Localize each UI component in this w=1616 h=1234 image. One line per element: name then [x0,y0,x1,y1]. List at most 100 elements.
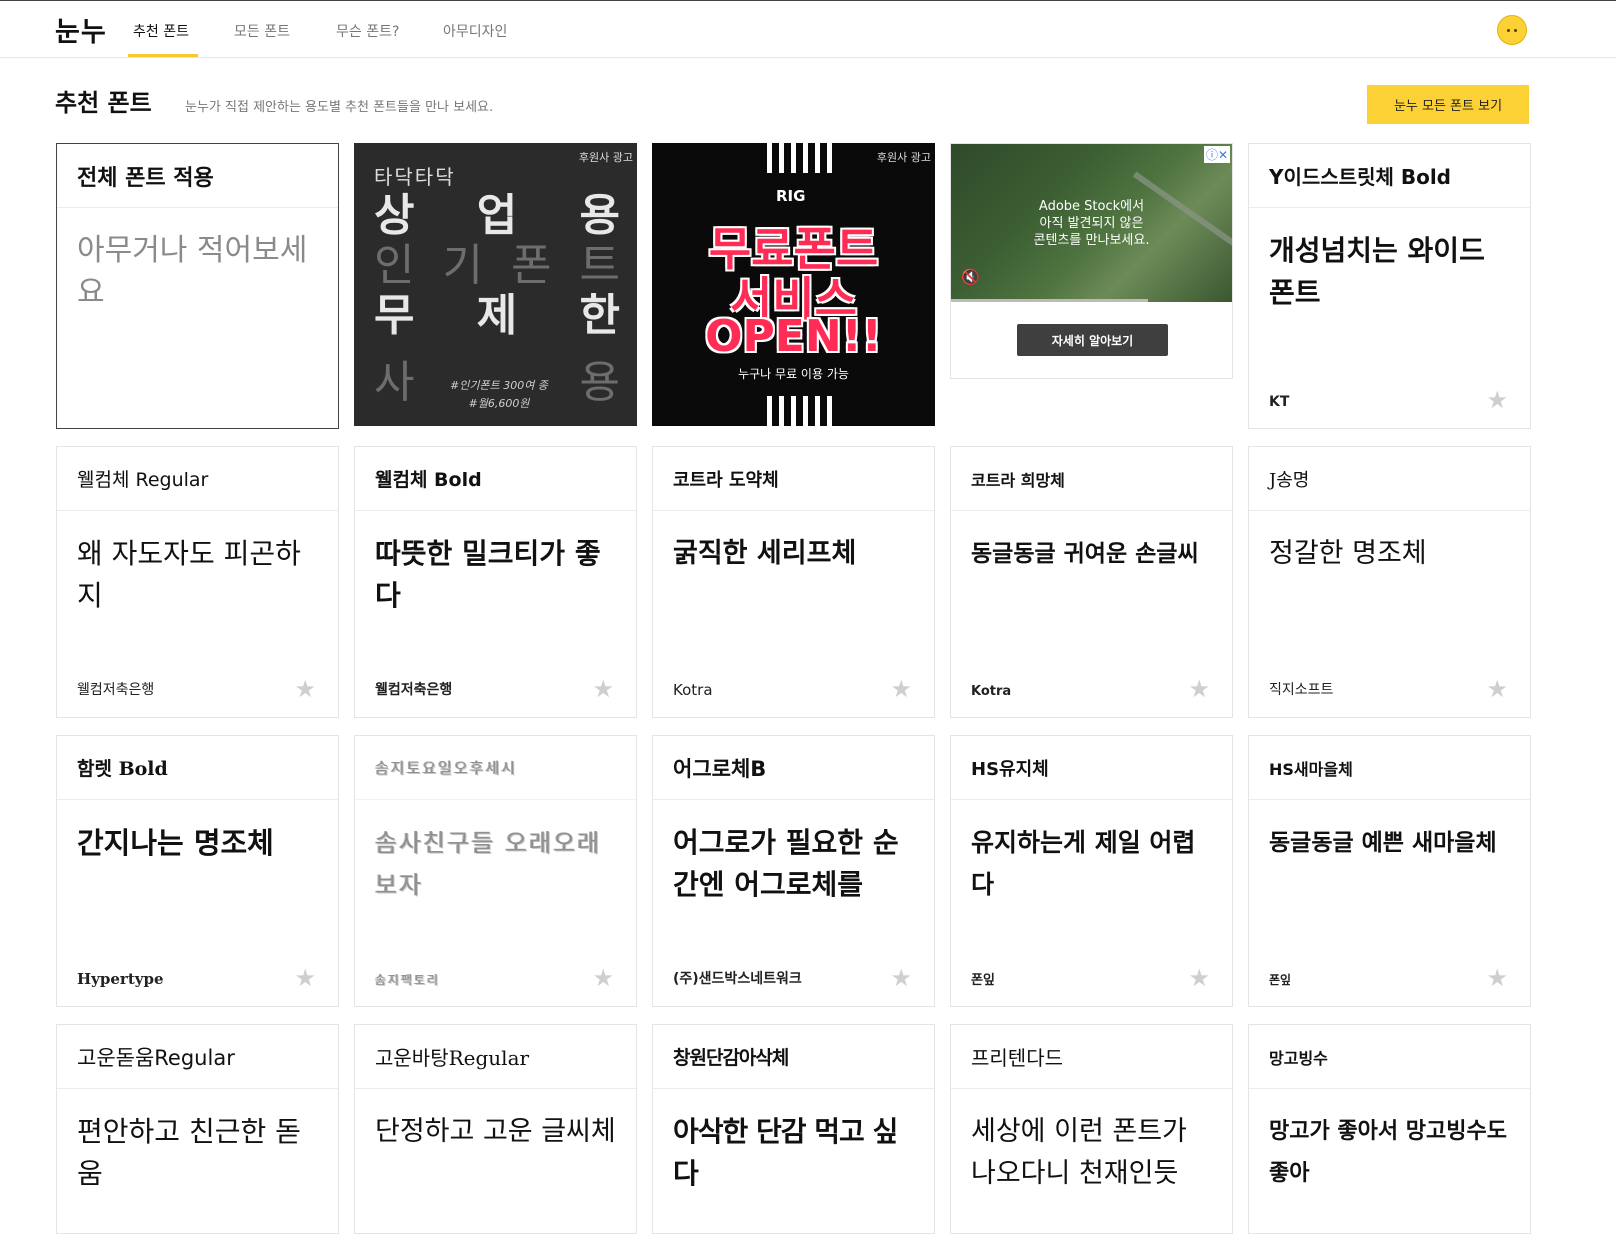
font-card-title: 함렛 Bold [57,736,338,800]
star-icon[interactable]: ★ [592,677,614,701]
font-card-preview: 어그로가 필요한 순간엔 어그로체를 [673,826,899,901]
ad-forest-image: Adobe Stock에서 아직 발견되지 않은 콘텐츠를 만나보세요. 🔇 ⓘ… [951,144,1232,302]
font-card[interactable]: 망고빙수 망고가 좋아서 망고빙수도 좋아 [1248,1024,1531,1234]
font-card[interactable]: 어그로체B 어그로가 필요한 순간엔 어그로체를 (주)샌드박스네트워크 ★ [652,735,935,1007]
sponsor-label: 후원사 광고 [876,151,931,164]
font-card-title: 망고빙수 [1249,1025,1530,1089]
video-progress [951,299,1148,302]
star-icon[interactable]: ★ [890,677,912,701]
font-card-preview: 망고가 좋아서 망고빙수도 좋아 [1269,1119,1507,1186]
sponsor-ad-adobe[interactable]: Adobe Stock에서 아직 발견되지 않은 콘텐츠를 만나보세요. 🔇 ⓘ… [950,143,1233,379]
view-all-fonts-button[interactable]: 눈누 모든 폰트 보기 [1367,85,1529,124]
font-card-maker: Hypertype [77,970,164,988]
font-card[interactable]: 웰컴체 Regular 왜 자도자도 피곤하지 웰컴저축은행 ★ [56,446,339,718]
font-card-title: 웰컴체 Regular [57,447,338,511]
font-card[interactable]: Y이드스트릿체 Bold 개성넘치는 와이드 폰트 KT ★ [1248,143,1531,429]
page-subtitle: 눈누가 직접 제안하는 용도별 추천 폰트들을 만나 보세요. [185,100,494,115]
logo[interactable]: 눈누 [55,10,107,49]
star-icon[interactable]: ★ [1188,966,1210,990]
ad-brand: 타닥타닥 [374,165,456,189]
font-card[interactable]: 코트라 도약체 굵직한 세리프체 Kotra ★ [652,446,935,718]
font-card-title: Y이드스트릿체 Bold [1249,144,1530,208]
nav-amudesign[interactable]: 아무디자인 [443,21,507,41]
page-title: 추천 폰트 [55,89,152,117]
star-icon[interactable]: ★ [1188,677,1210,701]
font-card[interactable]: 함렛 Bold 간지나는 명조체 Hypertype ★ [56,735,339,1007]
ad-note: #인기폰트 300여 종 #월6,600원 [450,379,548,410]
font-card[interactable]: HS유지체 유지하는게 제일 어렵다 폰잎 ★ [950,735,1233,1007]
apply-all-input[interactable]: 아무거나 적어보세요 [57,208,338,314]
apply-all-title: 전체 폰트 적용 [57,144,338,208]
learn-more-button[interactable]: 자세히 알아보기 [1017,324,1168,356]
active-tab-indicator [128,54,198,57]
font-card[interactable]: 고운바탕Regular 단정하고 고운 글씨체 [354,1024,637,1234]
star-icon[interactable]: ★ [890,966,912,990]
font-card-title: 프리텐다드 [951,1025,1232,1089]
font-card-title: 웰컴체 Bold [355,447,636,511]
font-card-maker: 솜지팩토리 [375,973,441,987]
font-card-title: 코트라 도약체 [653,447,934,511]
font-card-preview: 솜사친구들 오래오래보자 [375,829,602,899]
font-card-maker: (주)샌드박스네트워크 [673,971,802,987]
font-card-preview: 동글동글 귀여운 손글씨 [971,541,1199,567]
font-card-preview: 동글동글 예쁜 새마을체 [1269,830,1497,856]
star-icon[interactable]: ★ [294,677,316,701]
font-card-maker: Kotra [971,684,1012,699]
font-card-maker: 웰컴저축은행 [375,682,453,698]
font-card[interactable]: HS새마을체 동글동글 예쁜 새마을체 폰잎 ★ [1248,735,1531,1007]
apply-all-card[interactable]: 전체 폰트 적용 아무거나 적어보세요 [56,143,339,429]
font-card-preview: 왜 자도자도 피곤하지 [77,537,301,612]
font-card-title: 어그로체B [653,736,934,800]
font-card-preview: 편안하고 친근한 돋움 [77,1115,301,1190]
font-card[interactable]: 고운돋움Regular 편안하고 친근한 돋움 [56,1024,339,1234]
speaker-mute-icon[interactable]: 🔇 [961,268,980,286]
avatar-face-icon[interactable] [1497,15,1527,45]
font-card-title: HS유지체 [951,736,1232,800]
font-card-maker: 폰잎 [971,973,995,988]
ad-headline-3: OPEN!! [705,311,882,362]
font-card-maker: 폰잎 [1269,973,1292,987]
font-card[interactable]: 창원단감아삭체 아삭한 단감 먹고 싶다 [652,1024,935,1234]
ad-brand: RIG [776,187,806,205]
font-card-title: 창원단감아삭체 [653,1025,934,1089]
sponsor-label: 후원사 광고 [578,151,633,164]
font-card-title: J송명 [1249,447,1530,511]
star-icon[interactable]: ★ [1486,966,1508,990]
font-card-preview: 간지나는 명조체 [77,826,274,860]
font-card-title: 고운돋움Regular [57,1025,338,1089]
nav-recommended[interactable]: 추천 폰트 [133,21,189,41]
font-card-preview: 아삭한 단감 먹고 싶다 [673,1115,898,1190]
font-card-title: HS새마을체 [1249,736,1530,800]
font-card-preview: 세상에 이런 폰트가 나오다니 천재인듯 [971,1116,1187,1189]
ad-sub: 누구나 무료 이용 가능 [738,367,849,381]
font-card-maker: KT [1269,394,1290,410]
font-card-title: 코트라 희망체 [951,447,1232,511]
sponsor-ad-tadaktadak[interactable]: 후원사 광고 타닥타닥 상업용 인기폰트 무제한 사용 #인기폰트 300여 종… [354,143,637,426]
font-card-preview: 따뜻한 밀크티가 좋다 [375,537,601,612]
font-card-title: 고운바탕Regular [355,1025,636,1089]
font-card-preview: 유지하는게 제일 어렵다 [971,828,1196,899]
header: 눈누 추천 폰트 모든 폰트 무슨 폰트? 아무디자인 [0,1,1616,58]
font-card-maker: 웰컴저축은행 [77,682,155,698]
font-card[interactable]: J송명 정갈한 명조체 직지소프트 ★ [1248,446,1531,718]
font-card[interactable]: 코트라 희망체 동글동글 귀여운 손글씨 Kotra ★ [950,446,1233,718]
font-card-preview: 단정하고 고운 글씨체 [375,1116,616,1147]
font-card-preview: 굵직한 세리프체 [673,538,857,569]
font-card[interactable]: 솜지토요일오후세시 솜사친구들 오래오래보자 솜지팩토리 ★ [354,735,637,1007]
star-icon[interactable]: ★ [294,966,316,990]
adchoices-icon[interactable]: ⓘ✕ [1203,146,1230,163]
font-card-title: 솜지토요일오후세시 [355,736,636,800]
font-card[interactable]: 프리텐다드 세상에 이런 폰트가 나오다니 천재인듯 [950,1024,1233,1234]
font-card-maker: Kotra [673,681,713,699]
font-card-preview: 정갈한 명조체 [1269,538,1427,569]
font-card-preview: 개성넘치는 와이드 폰트 [1269,234,1485,309]
nav-what-font[interactable]: 무슨 폰트? [336,21,399,41]
sponsor-ad-free-fonts[interactable]: 후원사 광고 RIG 무료폰트 서비스 OPEN!! 누구나 무료 이용 가능 [652,143,935,426]
font-card-maker: 직지소프트 [1269,682,1334,698]
star-icon[interactable]: ★ [1486,388,1508,412]
star-icon[interactable]: ★ [1486,677,1508,701]
ad-message: Adobe Stock에서 아직 발견되지 않은 콘텐츠를 만나보세요. [1033,199,1150,248]
nav-all-fonts[interactable]: 모든 폰트 [234,21,290,41]
font-card[interactable]: 웰컴체 Bold 따뜻한 밀크티가 좋다 웰컴저축은행 ★ [354,446,637,718]
star-icon[interactable]: ★ [592,966,614,990]
